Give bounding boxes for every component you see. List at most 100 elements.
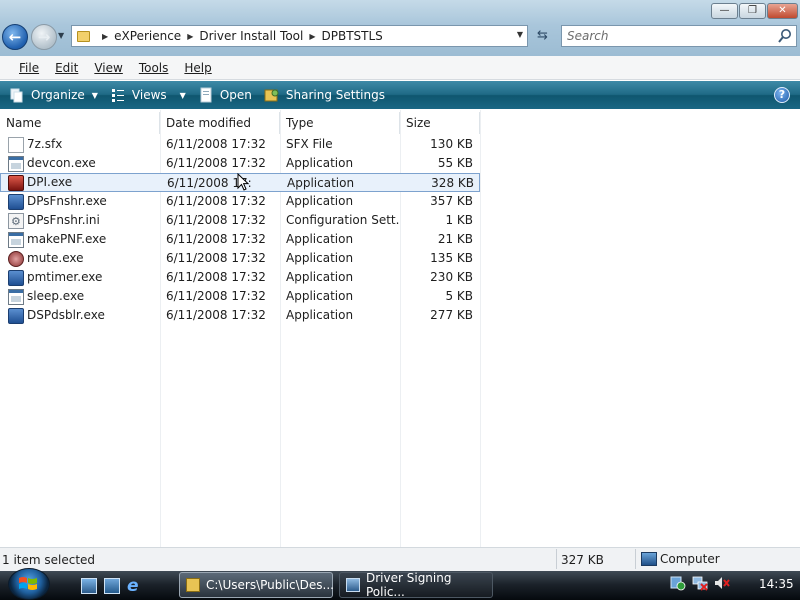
switch-windows-icon[interactable] xyxy=(104,578,120,594)
volume-muted-icon[interactable] xyxy=(714,575,730,591)
file-name: DPsFnshr.exe xyxy=(27,194,107,208)
file-row[interactable]: makePNF.exe 6/11/2008 17:32 Application … xyxy=(0,230,480,249)
file-size: 21 KB xyxy=(437,232,473,246)
menu-edit-label: Edit xyxy=(55,60,79,75)
security-center-icon[interactable] xyxy=(670,575,686,591)
file-name-cell: DPI.exe xyxy=(1,174,161,191)
breadcrumb-separator-icon[interactable]: ▶ xyxy=(102,32,108,41)
menu-view-label: View xyxy=(94,60,123,75)
views-button[interactable]: Views ▼ xyxy=(110,87,186,103)
taskbar-item-explorer[interactable]: C:\Users\Public\Des... xyxy=(179,572,334,598)
help-button[interactable]: ? xyxy=(774,87,790,103)
taskbar-item-label: C:\Users\Public\Des... xyxy=(206,578,334,592)
file-row[interactable]: devcon.exe 6/11/2008 17:32 Application 5… xyxy=(0,154,480,173)
breadcrumb-dpbtstls[interactable]: DPBTSTLS xyxy=(322,29,383,43)
file-name: mute.exe xyxy=(27,251,84,265)
file-row[interactable]: 7z.sfx 6/11/2008 17:32 SFX File 130 KB xyxy=(0,135,480,154)
breadcrumb-driver-install-tool[interactable]: Driver Install Tool xyxy=(199,29,303,43)
menu-help[interactable]: Help xyxy=(176,61,219,75)
file-type: Application xyxy=(286,270,354,284)
taskbar-item-driver-signing[interactable]: Driver Signing Polic... xyxy=(339,571,493,599)
breadcrumb-separator-icon[interactable]: ▶ xyxy=(187,32,193,41)
dpi-app-icon xyxy=(8,174,24,191)
file-row[interactable]: DSPdsblr.exe 6/11/2008 17:32 Application… xyxy=(0,306,480,325)
file-row[interactable]: sleep.exe 6/11/2008 17:32 Application 5 … xyxy=(0,287,480,306)
breadcrumb-experience[interactable]: eXPerience xyxy=(114,29,181,43)
column-divider xyxy=(480,110,481,547)
file-size: 55 KB xyxy=(437,156,473,170)
zone-label: Computer xyxy=(660,552,720,566)
refresh-icon: ⇆ xyxy=(537,28,548,43)
refresh-button[interactable]: ⇆ xyxy=(530,25,555,47)
system-clock: 14:35 xyxy=(759,577,794,591)
forward-arrow-icon: → xyxy=(37,28,51,46)
installer-icon xyxy=(8,269,24,286)
help-icon: ? xyxy=(778,88,786,101)
sharing-settings-label: Sharing Settings xyxy=(285,88,385,102)
organize-button[interactable]: Organize ▼ xyxy=(9,87,98,103)
file-size: 230 KB xyxy=(430,270,473,284)
file-date: 6/11/2008 17:32 xyxy=(166,270,266,284)
internet-explorer-icon[interactable]: e xyxy=(127,578,143,595)
installer-icon xyxy=(8,193,24,210)
file-size: 277 KB xyxy=(430,308,473,322)
menu-file-label: File xyxy=(19,60,40,75)
file-type: Application xyxy=(286,308,354,322)
forward-button[interactable]: → xyxy=(31,24,57,50)
breadcrumb-separator-icon[interactable]: ▶ xyxy=(309,32,315,41)
column-header-size[interactable]: Size xyxy=(400,112,480,134)
open-button[interactable]: Open xyxy=(198,87,252,103)
menu-file[interactable]: File xyxy=(11,61,47,75)
file-type: Application xyxy=(287,176,355,190)
file-size: 328 KB xyxy=(431,176,474,190)
installer-icon xyxy=(8,307,24,324)
file-name-cell: 7z.sfx xyxy=(0,135,160,154)
menu-tools[interactable]: Tools xyxy=(131,61,177,75)
show-desktop-icon[interactable] xyxy=(81,578,97,594)
address-dropdown-icon[interactable]: ▼ xyxy=(517,30,523,39)
close-button[interactable]: ✕ xyxy=(767,3,798,19)
menu-bar: File Edit View Tools Help xyxy=(0,56,800,80)
dialog-window-icon xyxy=(346,578,360,592)
status-divider xyxy=(556,549,557,569)
mouse-cursor-icon xyxy=(237,173,249,191)
file-row[interactable]: DPsFnshr.ini 6/11/2008 17:32 Configurati… xyxy=(0,211,480,230)
application-icon xyxy=(8,288,24,305)
selection-size: 327 KB xyxy=(561,553,604,567)
notification-area xyxy=(670,575,736,591)
back-button[interactable]: ← xyxy=(2,24,28,50)
file-row[interactable]: pmtimer.exe 6/11/2008 17:32 Application … xyxy=(0,268,480,287)
menu-help-label: Help xyxy=(184,60,212,75)
search-input[interactable] xyxy=(562,26,762,46)
column-header-name[interactable]: Name xyxy=(0,112,160,134)
file-row[interactable]: DPsFnshr.exe 6/11/2008 17:32 Application… xyxy=(0,192,480,211)
file-name: 7z.sfx xyxy=(27,137,63,151)
column-header-type[interactable]: Type xyxy=(280,112,400,134)
recent-pages-dropdown[interactable]: ▼ xyxy=(58,31,68,41)
file-date: 6/11/2008 17: xyxy=(167,176,252,190)
file-type: SFX File xyxy=(286,137,333,151)
application-icon xyxy=(8,231,24,248)
file-row[interactable]: mute.exe 6/11/2008 17:32 Application 135… xyxy=(0,249,480,268)
chevron-down-icon: ▼ xyxy=(179,90,186,100)
file-name-cell: DPsFnshr.ini xyxy=(0,211,160,230)
search-icon[interactable] xyxy=(777,27,793,45)
file-name-cell: mute.exe xyxy=(0,249,160,268)
file-size: 130 KB xyxy=(430,137,473,151)
file-name-cell: DPsFnshr.exe xyxy=(0,192,160,211)
column-header-date-modified[interactable]: Date modified xyxy=(160,112,280,134)
network-icon[interactable] xyxy=(692,575,708,591)
file-name-cell: DSPdsblr.exe xyxy=(0,306,160,325)
menu-edit[interactable]: Edit xyxy=(47,61,86,75)
maximize-button[interactable]: ❐ xyxy=(739,3,766,19)
sharing-settings-button[interactable]: Sharing Settings xyxy=(264,87,385,103)
file-name-cell: devcon.exe xyxy=(0,154,160,173)
sharing-icon xyxy=(264,89,279,102)
mute-icon xyxy=(8,250,24,267)
chevron-down-icon: ▼ xyxy=(91,90,98,100)
file-date: 6/11/2008 17:32 xyxy=(166,213,266,227)
search-box[interactable] xyxy=(561,25,797,47)
menu-view[interactable]: View xyxy=(86,61,130,75)
minimize-button[interactable]: — xyxy=(711,3,738,19)
address-bar[interactable]: ▶ eXPerience ▶ Driver Install Tool ▶ DPB… xyxy=(71,25,528,47)
